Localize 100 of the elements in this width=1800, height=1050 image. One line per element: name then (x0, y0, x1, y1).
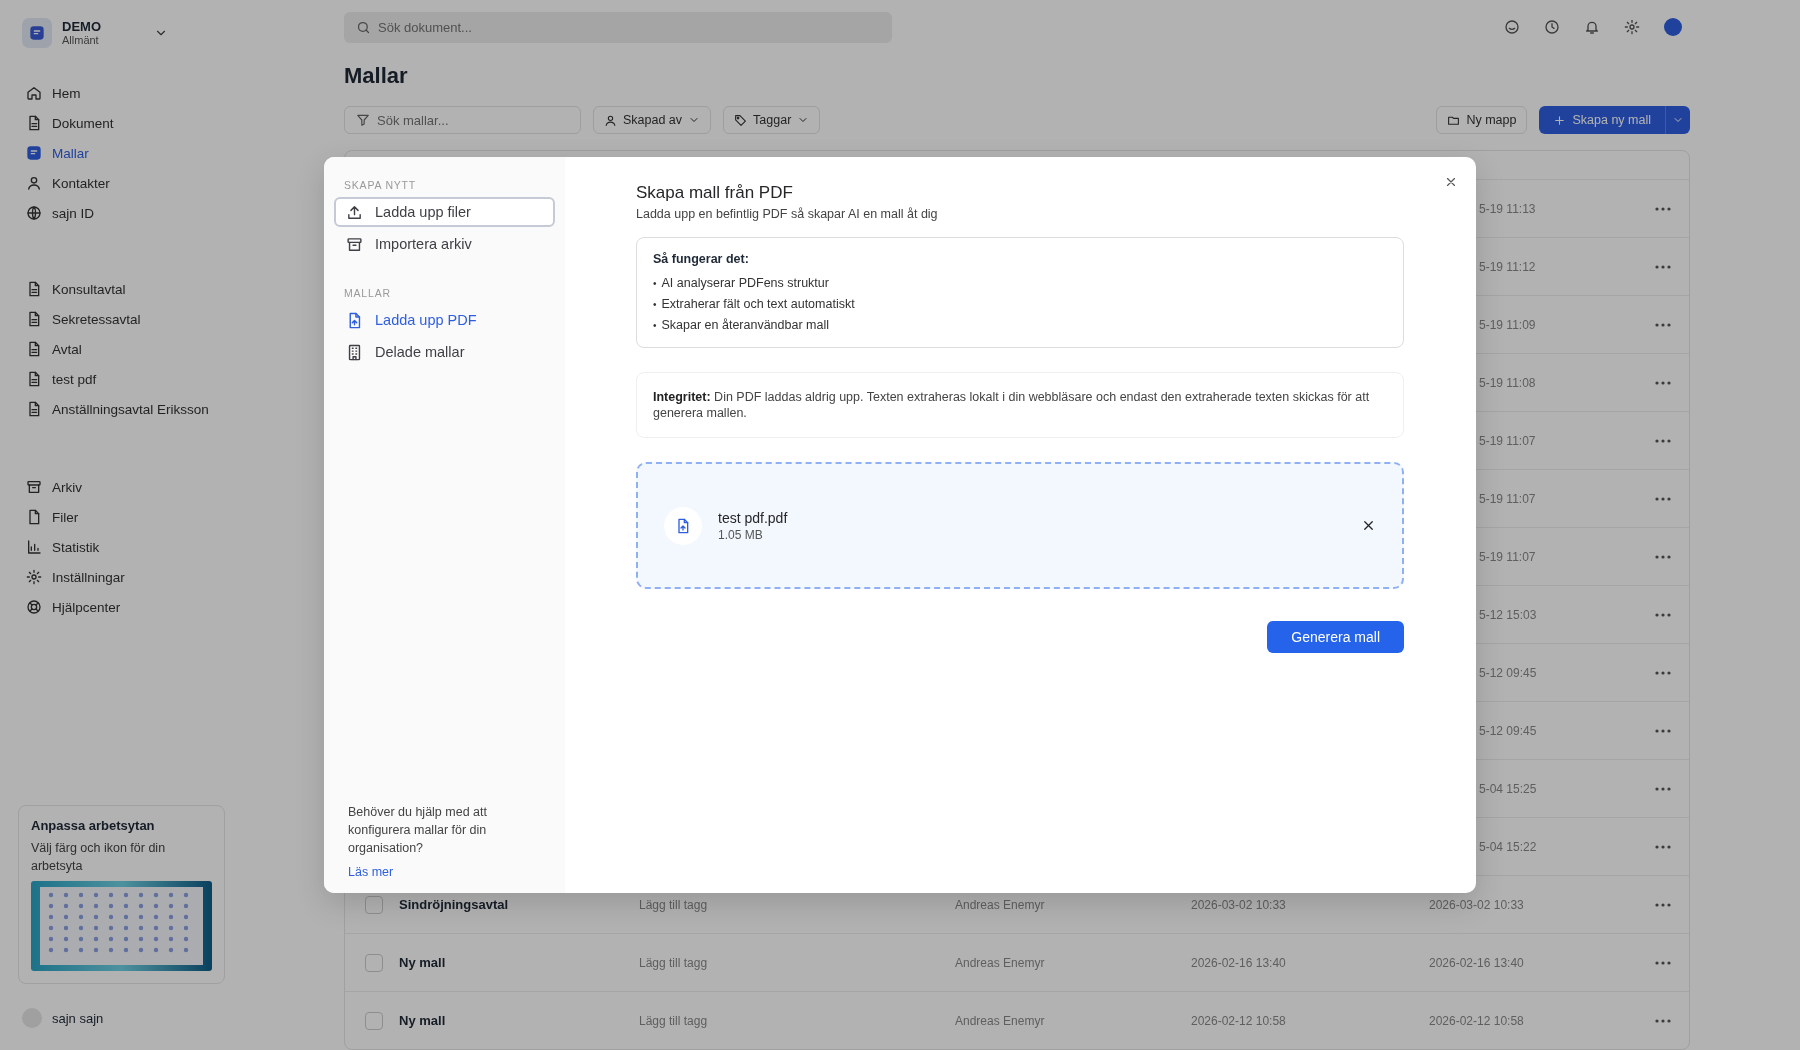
more-icon[interactable] (1655, 728, 1671, 733)
filter-dropdown[interactable]: Taggar (723, 106, 821, 135)
row-checkbox[interactable] (365, 895, 383, 914)
user-name: sajn sajn (52, 1010, 104, 1026)
sidebar-item[interactable]: Inställningar (18, 565, 312, 589)
create-template-button[interactable]: Skapa ny mall (1539, 106, 1690, 135)
section-heading: MALLAR (343, 286, 392, 301)
help-text: Behöver du hjälp med att konfigurera mallar för din organisation? (348, 804, 488, 857)
workspace-name: DEMO (62, 19, 102, 34)
home-icon (26, 85, 42, 101)
workspace-subtitle: Allmänt (62, 34, 100, 47)
sidebar-item[interactable]: Anställningsavtal Eriksson (18, 397, 312, 421)
privacy-note: Integritet: Din PDF laddas aldrig upp. Texten extraheras lokalt i din webbläsare och endast den extraherade texten skickas för att generera mallen. (636, 372, 1404, 438)
sidebar-item[interactable]: Kontakter (18, 171, 312, 195)
table-cell-text: 5-19 11:08 (1478, 375, 1537, 390)
menu-item[interactable]: Importera arkiv (334, 229, 555, 259)
document-icon (26, 311, 42, 327)
sidebar-item[interactable]: Dokument (18, 111, 312, 135)
table-cell-text: Andreas Enemyr (954, 897, 1046, 912)
plus-icon (1553, 113, 1567, 127)
table-cell-text: Andreas Enemyr (954, 1013, 1046, 1028)
sidebar-item[interactable]: Hjälpcenter (18, 595, 312, 619)
table-cell-text: 2026-02-12 10:58 (1190, 1013, 1287, 1028)
table-cell-text: 5-12 09:45 (1478, 665, 1538, 680)
sidebar-item[interactable]: Statistik (18, 535, 312, 559)
more-icon[interactable] (1655, 206, 1671, 211)
more-icon[interactable] (1655, 844, 1671, 849)
filter-field[interactable]: Sök mallar... (344, 106, 581, 135)
user-icon (604, 113, 617, 127)
table-cell-text: 2026-03-02 10:33 (1428, 897, 1525, 912)
bullet: • (653, 277, 657, 291)
menu-item[interactable]: Ladda upp PDF (334, 305, 555, 335)
more-icon[interactable] (1655, 380, 1671, 385)
more-icon[interactable] (1655, 1018, 1671, 1023)
sidebar-item[interactable]: Hem (18, 81, 312, 105)
chart-icon (26, 539, 42, 555)
clock-icon (1544, 19, 1560, 36)
table-cell-text: 5-12 15:03 (1478, 607, 1538, 622)
new-folder-button[interactable]: Ny mapp (1436, 106, 1528, 135)
page-title: Mallar (344, 62, 409, 91)
sidebar-item[interactable]: Filer (18, 505, 312, 529)
menu-item[interactable]: Ladda upp filer (334, 197, 555, 227)
more-icon[interactable] (1655, 554, 1671, 559)
table-cell-text: 2026-02-12 10:58 (1428, 1013, 1525, 1028)
sidebar-item[interactable]: test pdf (18, 367, 312, 391)
table-cell-text: 2026-03-02 10:33 (1190, 897, 1287, 912)
more-icon[interactable] (1655, 902, 1671, 907)
read-more-link[interactable]: Läs mer (348, 865, 541, 879)
bullet: • (653, 319, 657, 333)
file-icon (26, 509, 42, 525)
sidebar-item[interactable]: Sekretessavtal (18, 307, 312, 331)
more-icon[interactable] (1655, 264, 1671, 269)
section-heading: SKAPA NYTT (343, 178, 417, 193)
close-icon (1361, 518, 1376, 533)
generate-button[interactable]: Generera mall (1267, 621, 1404, 653)
user-icon (26, 175, 42, 191)
dialog-title: Skapa mall från PDF (636, 183, 794, 203)
archive-icon (26, 479, 42, 495)
more-icon[interactable] (1655, 786, 1671, 791)
globe-icon (26, 205, 42, 221)
promo-title: Anpassa arbetsytan (31, 818, 156, 833)
sidebar-item[interactable]: Konsultavtal (18, 277, 312, 301)
table-cell-text: Andreas Enemyr (954, 955, 1046, 970)
file-size: 1.05 MB (718, 527, 764, 542)
table-cell-text: 5-19 11:09 (1478, 317, 1537, 332)
building-icon (346, 343, 363, 361)
row-checkbox[interactable] (365, 1011, 383, 1030)
table-cell-text: 5-19 11:07 (1478, 491, 1537, 506)
tag-icon (734, 113, 748, 127)
document-icon (26, 371, 42, 387)
avatar[interactable] (1664, 18, 1682, 37)
drop-zone[interactable]: test pdf.pdf 1.05 MB (636, 462, 1404, 589)
menu-item[interactable]: Delade mallar (334, 337, 555, 367)
template-icon (26, 145, 42, 161)
table-cell-text: 5-12 09:45 (1478, 723, 1538, 738)
filter-dropdown[interactable]: Skapad av (593, 106, 712, 135)
search-field[interactable]: Sök dokument... (344, 11, 892, 43)
sidebar-item[interactable]: sajn ID (18, 201, 312, 225)
table-cell-text: 5-19 11:07 (1478, 433, 1537, 448)
sidebar-item[interactable]: Avtal (18, 337, 312, 361)
more-icon[interactable] (1655, 670, 1671, 675)
more-icon[interactable] (1655, 322, 1671, 327)
bullet: • (653, 298, 657, 312)
close-icon (1444, 175, 1458, 189)
table-cell-text: 5-19 11:13 (1478, 201, 1537, 216)
sidebar-item[interactable]: Mallar (18, 141, 312, 165)
more-icon[interactable] (1655, 960, 1671, 965)
table-cell-text: 5-04 15:22 (1478, 839, 1538, 854)
table-cell-text: Ny mall (398, 955, 447, 970)
document-icon (26, 401, 42, 417)
table-cell-text: 2026-02-16 13:40 (1190, 955, 1287, 970)
template-icon (29, 25, 45, 41)
more-icon[interactable] (1655, 438, 1671, 443)
row-checkbox[interactable] (365, 953, 383, 972)
more-icon[interactable] (1655, 612, 1671, 617)
more-icon[interactable] (1655, 496, 1671, 501)
document-icon (26, 341, 42, 357)
document-icon (26, 115, 42, 131)
sidebar-item[interactable]: Arkiv (18, 475, 312, 499)
workspace-logo[interactable] (22, 18, 52, 48)
